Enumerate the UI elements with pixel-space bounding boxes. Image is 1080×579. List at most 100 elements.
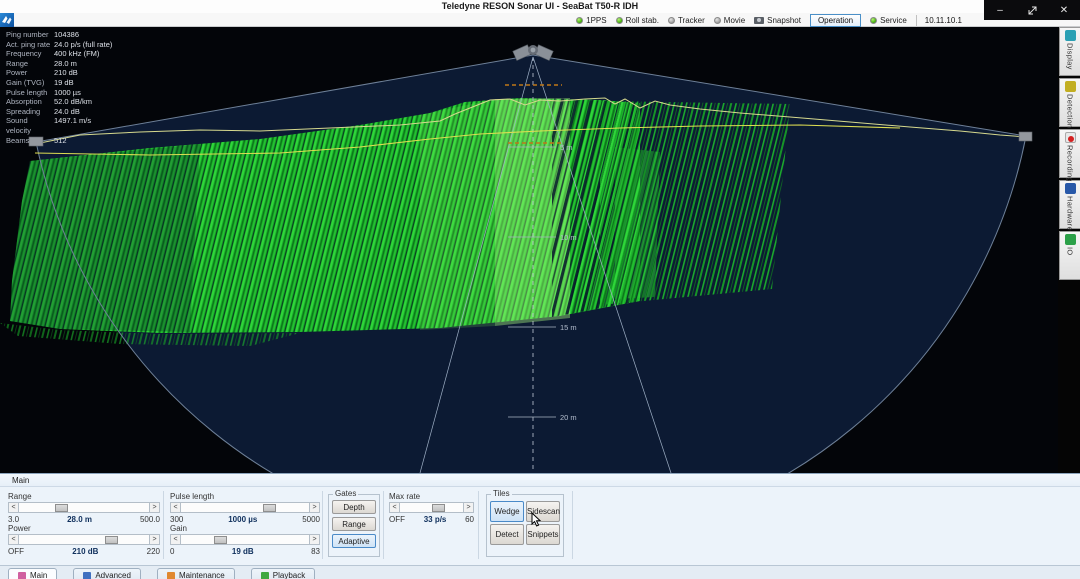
pulse-length-slider-values: 300 1000 µs 5000 xyxy=(170,515,320,524)
indicator-tracker[interactable]: Tracker xyxy=(668,16,705,25)
bottom-tab-advanced[interactable]: Advanced xyxy=(73,568,141,579)
tiles-wedge-button[interactable]: Wedge xyxy=(490,501,524,522)
sidebar-tab-io[interactable]: IO xyxy=(1059,231,1080,280)
sidebar-tab-display[interactable]: Display xyxy=(1059,27,1080,76)
indicator-label: Movie xyxy=(724,16,745,25)
sonar-wedge-display[interactable]: 5 m 10 m 15 m 20 m Ping number104386 A xyxy=(0,27,1058,473)
slider-max: 220 xyxy=(147,547,160,556)
indicator-1pps[interactable]: 1PPS xyxy=(576,16,606,25)
slider-decrement-icon[interactable]: < xyxy=(8,502,19,513)
indicator-label: Roll stab. xyxy=(626,16,659,25)
io-icon xyxy=(1065,234,1076,245)
indicator-movie[interactable]: Movie xyxy=(714,16,745,25)
param-row: Range28.0 m xyxy=(6,59,112,69)
param-row: Absorption52.0 dB/km xyxy=(6,97,112,107)
max-rate-slider[interactable]: < > xyxy=(389,502,474,513)
bottom-tab-maintenance[interactable]: Maintenance xyxy=(157,568,235,579)
restore-icon xyxy=(1028,6,1037,15)
led-icon xyxy=(668,17,675,24)
slider-max: 83 xyxy=(311,547,320,556)
main-tab-icon xyxy=(18,572,26,579)
bottom-tab-main[interactable]: Main xyxy=(8,568,57,579)
slider-thumb[interactable] xyxy=(432,504,445,513)
slider-min: 300 xyxy=(170,515,183,524)
divider xyxy=(322,491,323,559)
slider-thumb[interactable] xyxy=(105,536,118,545)
pulse-length-slider-label: Pulse length xyxy=(170,492,214,501)
param-label: Sound velocity xyxy=(6,116,54,135)
close-button[interactable]: ✕ xyxy=(1049,1,1079,19)
window-title: Teledyne RESON Sonar UI - SeaBat T50-R I… xyxy=(0,0,1080,13)
gates-adaptive-button[interactable]: Adaptive xyxy=(332,534,376,548)
range-slider[interactable]: < > xyxy=(8,502,160,513)
operation-button[interactable]: Operation xyxy=(810,14,861,27)
slider-thumb[interactable] xyxy=(263,504,276,513)
gates-legend: Gates xyxy=(333,489,358,498)
maintenance-tab-icon xyxy=(167,572,175,579)
slider-increment-icon[interactable]: > xyxy=(309,502,320,513)
bottom-tab-playback[interactable]: Playback xyxy=(251,568,315,579)
slider-decrement-icon[interactable]: < xyxy=(170,534,181,545)
slider-decrement-icon[interactable]: < xyxy=(389,502,400,513)
camera-icon xyxy=(754,17,764,24)
bottom-tab-label: Advanced xyxy=(95,571,131,579)
slider-max: 500.0 xyxy=(140,515,160,524)
param-label: Act. ping rate xyxy=(6,40,54,50)
param-value: 24.0 p/s (full rate) xyxy=(54,40,112,50)
gain-slider[interactable]: < > xyxy=(170,534,320,545)
param-label: Pulse length xyxy=(6,88,54,98)
hardware-icon xyxy=(1065,183,1076,194)
service-label: Service xyxy=(880,16,907,25)
depth-tick-label: 20 m xyxy=(560,413,577,422)
panel-title: Main xyxy=(0,474,1080,487)
range-slider-values: 3.0 28.0 m 500.0 xyxy=(8,515,160,524)
slider-max: 5000 xyxy=(302,515,320,524)
power-slider[interactable]: < > xyxy=(8,534,160,545)
slider-increment-icon[interactable]: > xyxy=(149,534,160,545)
param-row: Frequency400 kHz (FM) xyxy=(6,49,112,59)
sidebar-tab-recording[interactable]: Recording xyxy=(1059,129,1080,178)
sidebar-tab-hardware[interactable]: Hardware xyxy=(1059,180,1080,229)
param-row: Act. ping rate24.0 p/s (full rate) xyxy=(6,40,112,50)
led-icon xyxy=(714,17,721,24)
indicator-service[interactable]: Service xyxy=(870,16,907,25)
tiles-detect-button[interactable]: Detect xyxy=(490,524,524,545)
slider-thumb[interactable] xyxy=(214,536,227,545)
depth-tick-label: 5 m xyxy=(560,143,573,152)
gain-slider-values: 0 19 dB 83 xyxy=(170,547,320,556)
pulse-length-slider[interactable]: < > xyxy=(170,502,320,513)
slider-thumb[interactable] xyxy=(55,504,68,513)
sidebar-tab-label: IO xyxy=(1066,247,1075,256)
slider-decrement-icon[interactable]: < xyxy=(8,534,19,545)
param-value: 28.0 m xyxy=(54,59,77,69)
gates-range-button[interactable]: Range xyxy=(332,517,376,531)
slider-increment-icon[interactable]: > xyxy=(149,502,160,513)
slider-increment-icon[interactable]: > xyxy=(309,534,320,545)
restore-button[interactable] xyxy=(1017,1,1047,19)
param-row: Pulse length1000 µs xyxy=(6,88,112,98)
minimize-button[interactable]: – xyxy=(985,1,1015,19)
snapshot-button[interactable]: Snapshot xyxy=(754,16,801,25)
slider-value: 210 dB xyxy=(24,547,147,556)
detection-icon xyxy=(1065,81,1076,92)
advanced-tab-icon xyxy=(83,572,91,579)
divider xyxy=(478,491,479,559)
gain-slider-label: Gain xyxy=(170,524,187,533)
divider xyxy=(163,491,164,559)
param-row: Ping number104386 xyxy=(6,30,112,40)
divider xyxy=(572,491,573,559)
slider-value: 33 p/s xyxy=(405,515,465,524)
indicator-roll-stab[interactable]: Roll stab. xyxy=(616,16,659,25)
max-rate-slider-values: OFF 33 p/s 60 xyxy=(389,515,474,524)
slider-decrement-icon[interactable]: < xyxy=(170,502,181,513)
param-label: Beams xyxy=(6,136,54,146)
right-wedge-handle[interactable] xyxy=(1019,132,1032,141)
param-label: Spreading xyxy=(6,107,54,117)
param-value: 52.0 dB/km xyxy=(54,97,92,107)
ip-address-field[interactable]: 10.11.10.1 xyxy=(916,15,968,26)
led-icon xyxy=(576,17,583,24)
slider-increment-icon[interactable]: > xyxy=(463,502,474,513)
wedge-graphic: 5 m 10 m 15 m 20 m xyxy=(0,27,1058,473)
sidebar-tab-detection[interactable]: Detection xyxy=(1059,78,1080,127)
gates-depth-button[interactable]: Depth xyxy=(332,500,376,514)
